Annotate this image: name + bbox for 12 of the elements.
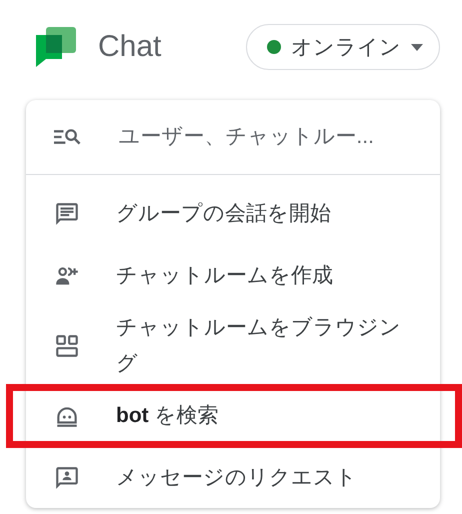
status-dropdown[interactable]: オンライン: [246, 24, 440, 70]
chat-logo-icon: [36, 27, 76, 67]
caret-icon: [411, 44, 423, 50]
message-request-icon: [54, 465, 80, 491]
menu-item[interactable]: チャットルームを作成: [26, 245, 440, 307]
message-icon: [54, 201, 80, 227]
menu-item[interactable]: bot を検索: [26, 385, 440, 447]
menu-item[interactable]: メッセージのリクエスト: [26, 447, 440, 509]
app-title: Chat: [98, 30, 162, 64]
grid-icon: [54, 333, 80, 359]
menu-item[interactable]: グループの会話を開始: [26, 183, 440, 245]
menu-item[interactable]: チャットルームをブラウジング: [26, 307, 440, 385]
